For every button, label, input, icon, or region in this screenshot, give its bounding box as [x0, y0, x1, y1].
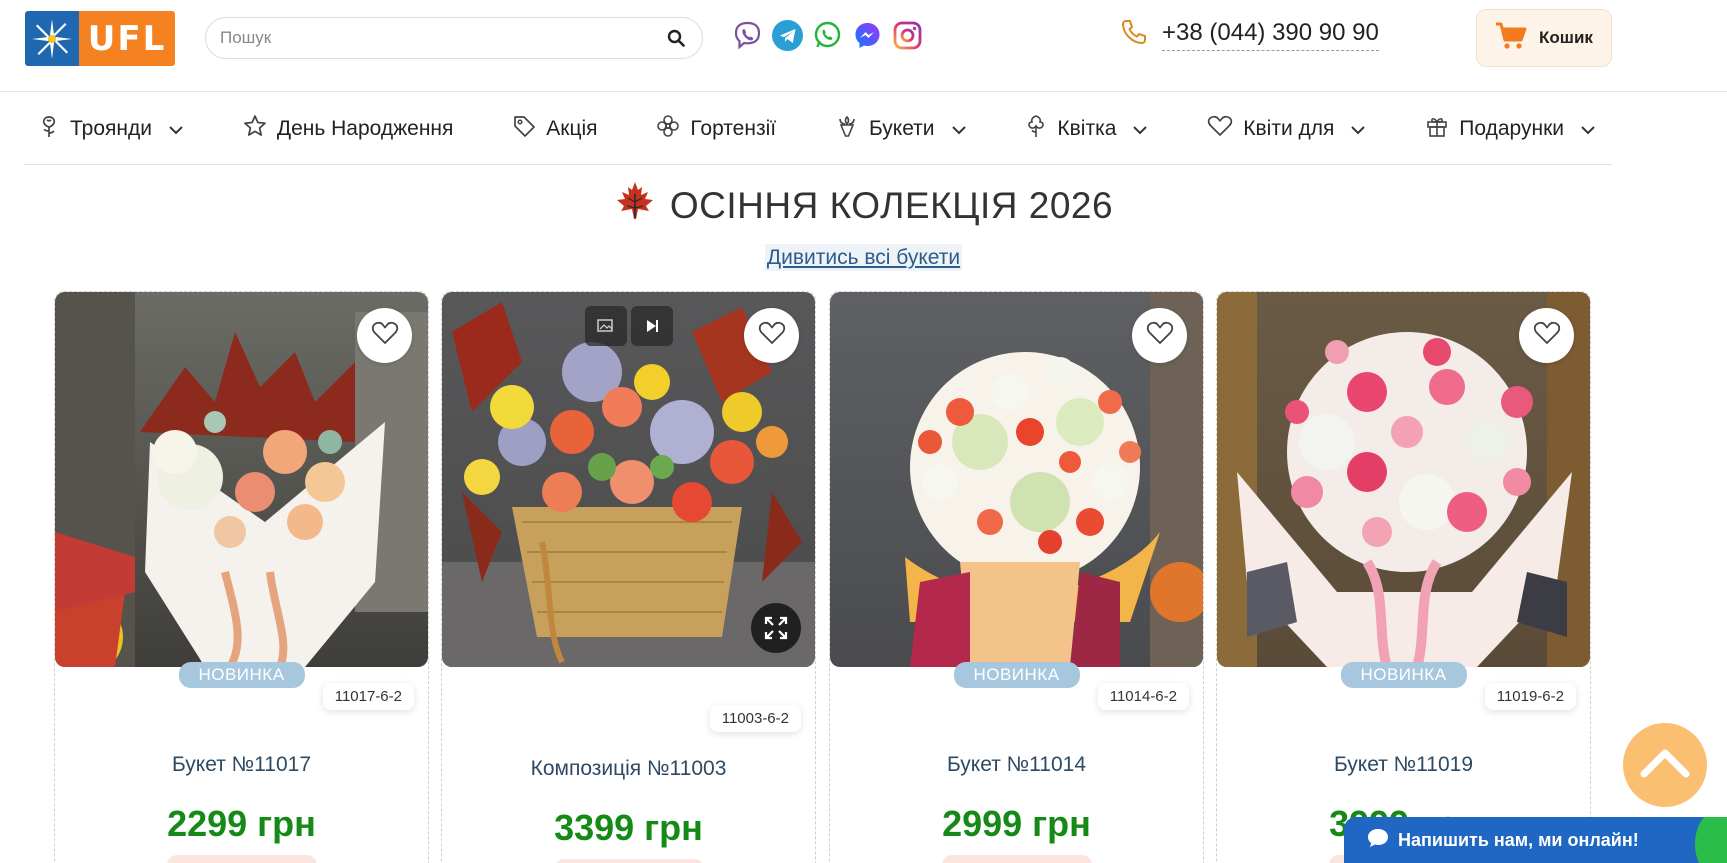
- phone-icon: [1120, 18, 1148, 51]
- product-sku: 11003-6-2: [709, 705, 801, 732]
- play-next-icon[interactable]: [631, 306, 673, 346]
- product-name[interactable]: Букет №11019: [1217, 753, 1590, 777]
- order-button[interactable]: [167, 855, 317, 863]
- site-logo[interactable]: UFL: [25, 11, 175, 66]
- nav-label: Квітка: [1057, 116, 1117, 140]
- nav-label: Гортензії: [690, 116, 777, 140]
- nav-item-sale[interactable]: Акція: [512, 114, 598, 144]
- social-links: [732, 20, 923, 51]
- chevron-down-icon: [951, 117, 967, 141]
- product-sku: 11017-6-2: [322, 683, 414, 710]
- nav-item-roses[interactable]: Троянди: [38, 114, 184, 144]
- nav-label: Квіти для: [1243, 116, 1335, 140]
- collection-section: ОСІННЯ КОЛЕКЦІЯ 2026 Дивитись всі букети: [0, 180, 1727, 271]
- add-to-favorites-button[interactable]: [1132, 308, 1187, 363]
- product-card[interactable]: НОВИНКА 11017-6-2 Букет №11017 2299 грн: [54, 291, 429, 863]
- chat-bubble-icon: [1366, 827, 1390, 854]
- search-box: [205, 17, 703, 59]
- chevron-down-icon: [168, 117, 184, 141]
- gift-icon: [1425, 114, 1449, 144]
- order-button[interactable]: [942, 855, 1092, 863]
- heart-icon: [371, 321, 399, 350]
- chevron-down-icon: [1580, 117, 1596, 141]
- chat-status-indicator: [1695, 817, 1727, 863]
- telegram-icon[interactable]: [772, 20, 803, 51]
- phone-number-link[interactable]: +38 (044) 390 90 90: [1162, 19, 1379, 51]
- search-input[interactable]: [220, 28, 664, 48]
- add-to-favorites-button[interactable]: [1519, 308, 1574, 363]
- main-nav: Троянди День Народження Акція Гортензії …: [24, 93, 1612, 165]
- add-to-favorites-button[interactable]: [357, 308, 412, 363]
- product-card[interactable]: НОВИНКА 11014-6-2 Букет №11014 2999 грн: [829, 291, 1204, 863]
- search-icon[interactable]: [664, 26, 688, 50]
- new-badge: НОВИНКА: [953, 662, 1080, 688]
- logo-flower-icon: [25, 11, 79, 66]
- logo-text: UFL: [79, 11, 175, 66]
- chat-widget-button[interactable]: Напишить нам, ми онлайн!: [1344, 817, 1727, 863]
- product-name[interactable]: Композиція №11003: [442, 757, 815, 781]
- product-image[interactable]: [442, 292, 815, 667]
- site-header: UFL +38 (044) 390 90 90: [0, 0, 1727, 92]
- product-price: 2299 грн: [167, 803, 316, 844]
- star-icon: [243, 114, 267, 144]
- nav-item-hydrangeas[interactable]: Гортензії: [656, 114, 776, 144]
- product-price: 3399 грн: [554, 807, 703, 848]
- nav-item-flower[interactable]: Квітка: [1025, 114, 1148, 144]
- video-controls: [585, 306, 673, 346]
- maple-leaf-icon: [614, 180, 656, 231]
- heart-icon: [1533, 321, 1561, 350]
- product-name[interactable]: Букет №11017: [55, 753, 428, 777]
- collection-heading: ОСІННЯ КОЛЕКЦІЯ 2026: [614, 180, 1113, 231]
- messenger-icon[interactable]: [852, 20, 883, 51]
- product-sku: 11019-6-2: [1484, 683, 1576, 710]
- heart-icon: [758, 321, 786, 350]
- photo-mode-icon[interactable]: [585, 306, 627, 346]
- product-card[interactable]: 11003-6-2 Композиція №11003 3399 грн: [441, 291, 816, 863]
- chevron-down-icon: [1132, 117, 1148, 141]
- chevron-up-icon: [1640, 748, 1690, 783]
- nav-label: Подарунки: [1459, 116, 1564, 140]
- nav-item-gifts[interactable]: Подарунки: [1425, 114, 1596, 144]
- new-badge: НОВИНКА: [1340, 662, 1467, 688]
- cart-icon: [1495, 22, 1527, 55]
- nav-label: Акція: [546, 116, 598, 140]
- nav-item-flowers-for[interactable]: Квіти для: [1207, 115, 1366, 143]
- nav-label: Троянди: [70, 116, 152, 140]
- chat-label: Напишить нам, ми онлайн!: [1398, 829, 1639, 850]
- product-card[interactable]: НОВИНКА 11019-6-2 Букет №11019 3999 грн: [1216, 291, 1591, 863]
- nav-item-bouquets[interactable]: Букети: [835, 114, 967, 144]
- order-button[interactable]: [554, 859, 704, 863]
- new-badge: НОВИНКА: [178, 662, 305, 688]
- nav-label: День Народження: [276, 116, 454, 140]
- tag-icon: [512, 114, 536, 144]
- product-image[interactable]: [55, 292, 428, 667]
- flower-icon: [1025, 114, 1047, 144]
- expand-icon[interactable]: [751, 603, 801, 653]
- product-image[interactable]: [1217, 292, 1590, 667]
- cart-button[interactable]: Кошик: [1476, 9, 1612, 67]
- product-name[interactable]: Букет №11014: [830, 753, 1203, 777]
- add-to-favorites-button[interactable]: [744, 308, 799, 363]
- scroll-to-top-button[interactable]: [1623, 723, 1707, 807]
- phone-contact: +38 (044) 390 90 90: [1120, 18, 1379, 51]
- rose-icon: [38, 114, 60, 144]
- chevron-down-icon: [1350, 117, 1366, 141]
- viber-icon[interactable]: [732, 20, 763, 51]
- heart-icon: [1146, 321, 1174, 350]
- hydrangea-icon: [656, 114, 680, 144]
- product-image[interactable]: [830, 292, 1203, 667]
- cart-label: Кошик: [1539, 28, 1593, 47]
- whatsapp-icon[interactable]: [812, 20, 843, 51]
- heart-icon: [1207, 115, 1233, 143]
- nav-label: Букети: [868, 116, 935, 140]
- view-all-bouquets-link[interactable]: Дивитись всі букети: [764, 244, 963, 271]
- instagram-icon[interactable]: [892, 20, 923, 51]
- product-price: 2999 грн: [942, 803, 1091, 844]
- nav-item-birthday[interactable]: День Народження: [243, 114, 454, 144]
- bouquet-icon: [835, 114, 859, 144]
- collection-title: ОСІННЯ КОЛЕКЦІЯ 2026: [669, 184, 1114, 226]
- product-sku: 11014-6-2: [1097, 683, 1189, 710]
